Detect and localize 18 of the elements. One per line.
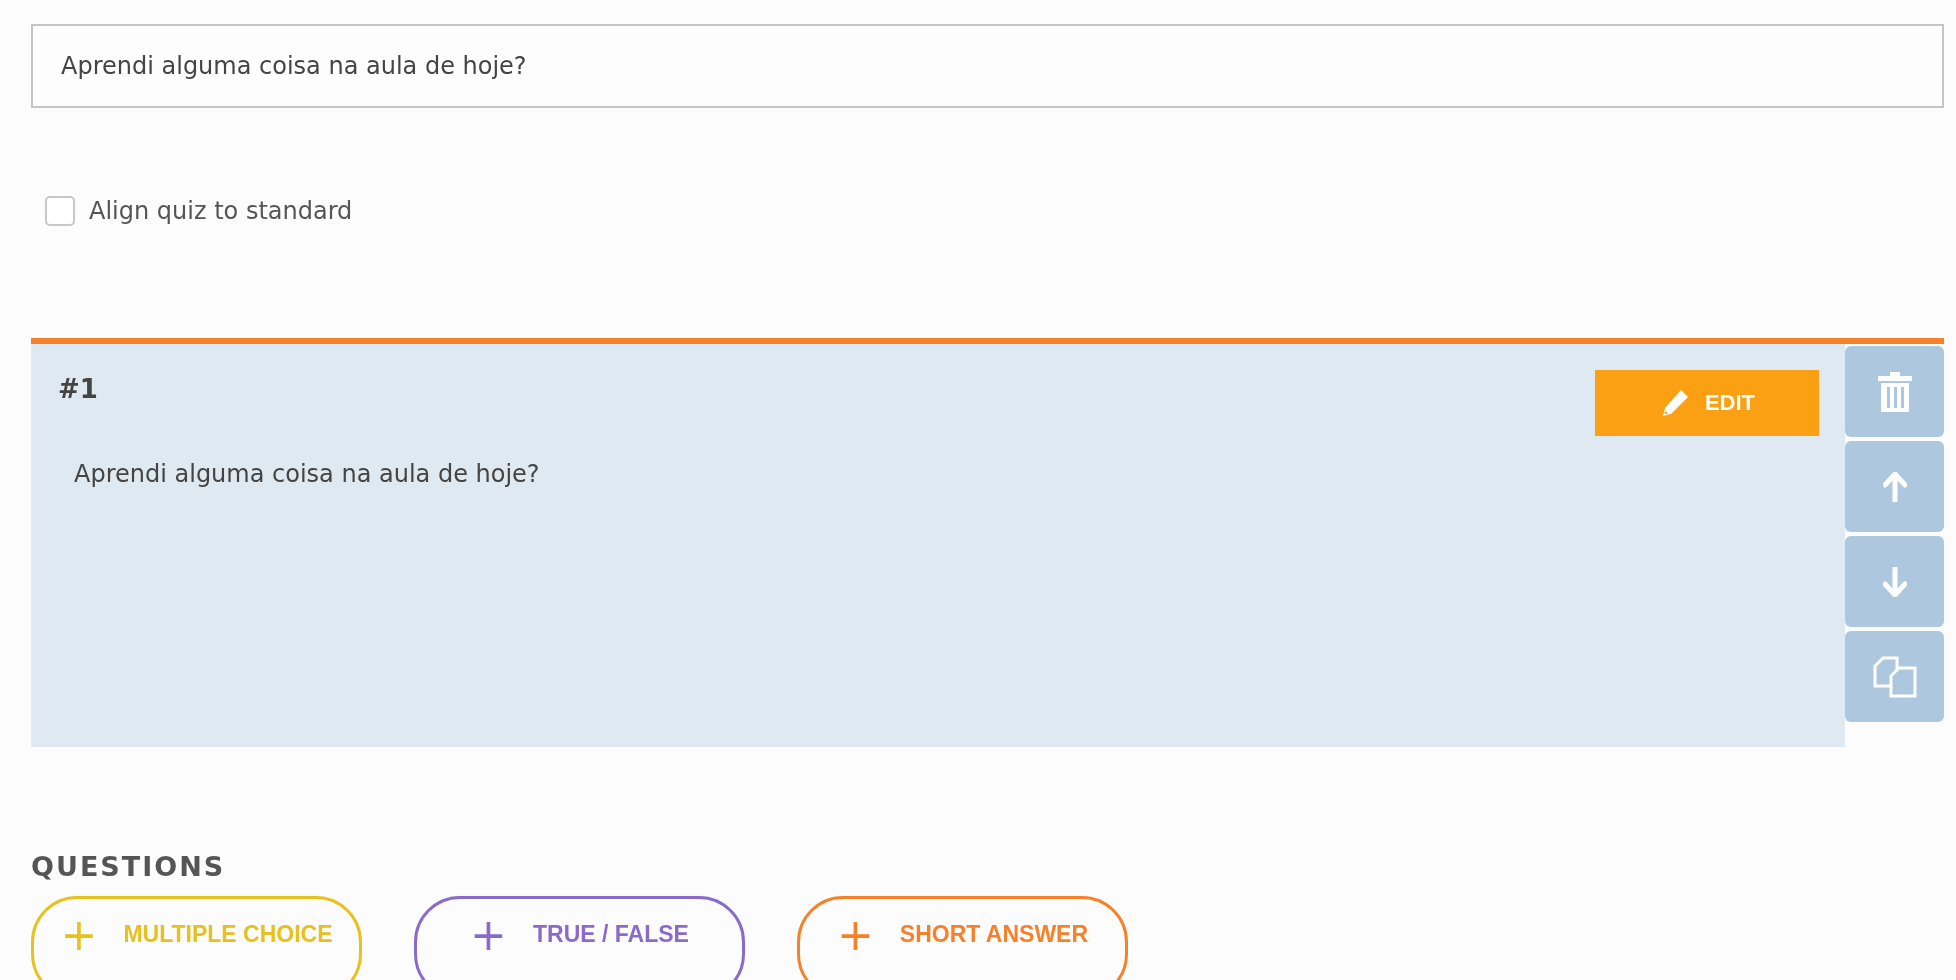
trash-icon	[1877, 371, 1912, 412]
up-arrow-icon	[1882, 471, 1907, 502]
copy-icon	[1872, 655, 1917, 698]
add-question-button[interactable]: + TRUE / FALSE	[414, 896, 745, 980]
section-heading: QUESTIONS	[31, 851, 227, 882]
checkbox[interactable]	[45, 196, 75, 226]
duplicate-button[interactable]	[1845, 631, 1944, 722]
delete-button[interactable]	[1845, 346, 1944, 437]
add-question-button[interactable]: + MULTIPLE CHOICE	[31, 896, 362, 980]
add-question-button[interactable]: + SHORT ANSWER	[797, 896, 1128, 980]
up-button[interactable]	[1845, 441, 1944, 532]
edit-button[interactable]: EDIT	[1595, 370, 1819, 436]
question-number: #1	[58, 374, 98, 404]
down-button[interactable]	[1845, 536, 1944, 627]
title-field[interactable]: Aprendi alguma coisa na aula de hoje?	[31, 24, 1944, 108]
question-text: Aprendi alguma coisa na aula de hoje?	[74, 460, 541, 488]
checkbox-label: Align quiz to standard	[89, 197, 353, 225]
down-arrow-icon	[1882, 566, 1907, 597]
